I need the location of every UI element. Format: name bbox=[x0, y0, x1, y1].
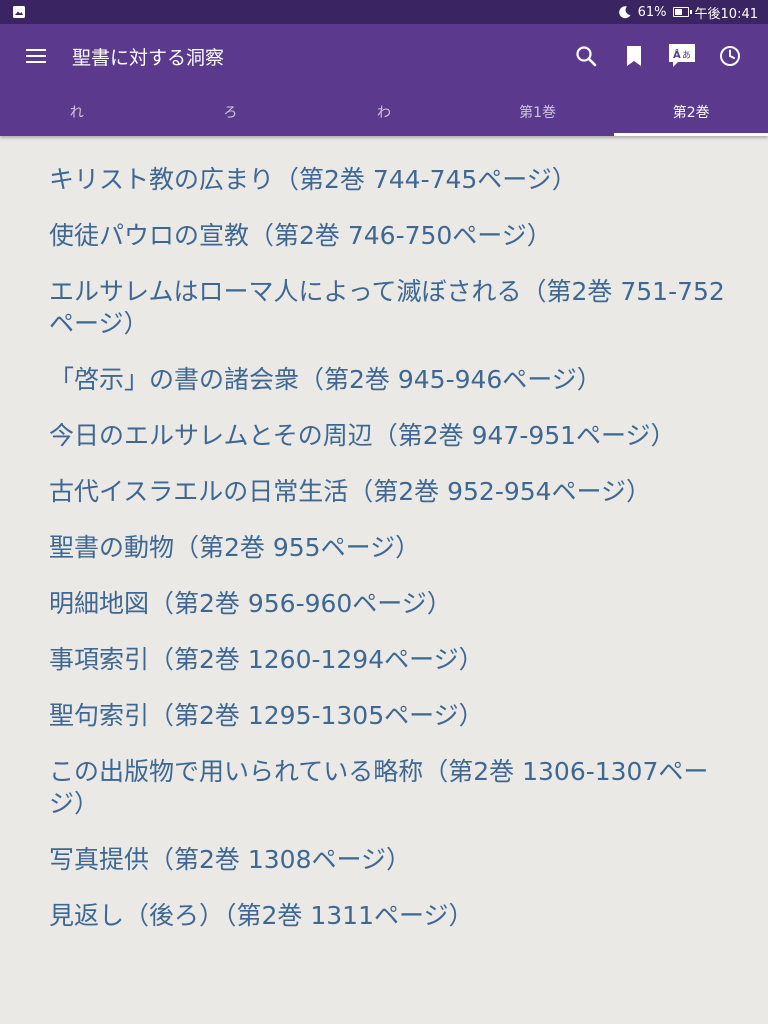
history-clock-icon bbox=[720, 46, 740, 66]
list-item-link[interactable]: 古代イスラエルの日常生活（第2巻 952-954ページ） bbox=[49, 476, 729, 508]
content-scroll-area[interactable]: ージ） キリスト教の広まり（第2巻 744-745ページ） 使徒パウロの宣教（第2巻… bbox=[0, 136, 768, 1024]
list-item-link[interactable]: 「啓示」の書の諸会衆（第2巻 945-946ページ） bbox=[49, 364, 729, 396]
battery-icon bbox=[672, 7, 692, 17]
list-item-link[interactable]: この出版物で用いられている略称（第2巻 1306-1307ページ） bbox=[49, 756, 729, 820]
list-item-link[interactable]: 写真提供（第2巻 1308ページ） bbox=[49, 844, 729, 876]
list-item-link[interactable]: 事項索引（第2巻 1260-1294ページ） bbox=[49, 644, 729, 676]
list-item-link[interactable]: ージ） bbox=[49, 136, 729, 140]
list-item-link[interactable]: 今日のエルサレムとその周辺（第2巻 947-951ページ） bbox=[49, 420, 729, 452]
svg-text:Å: Å bbox=[673, 48, 681, 61]
bookmark-icon bbox=[627, 46, 641, 66]
list-item-link[interactable]: 明細地図（第2巻 956-960ページ） bbox=[49, 588, 729, 620]
list-item-link[interactable]: エルサレムはローマ人によって滅ぼされる（第2巻 751-752ページ） bbox=[49, 276, 729, 340]
language-button[interactable]: Å あ bbox=[658, 32, 706, 80]
search-icon bbox=[576, 46, 597, 67]
list-item-link[interactable]: 聖句索引（第2巻 1295-1305ページ） bbox=[49, 700, 729, 732]
list-item-link[interactable]: 使徒パウロの宣教（第2巻 746-750ページ） bbox=[49, 220, 729, 252]
menu-icon bbox=[26, 49, 46, 63]
svg-text:あ: あ bbox=[682, 50, 691, 61]
page-title: 聖書に対する洞察 bbox=[72, 46, 225, 69]
menu-button[interactable] bbox=[0, 24, 72, 88]
tab-3[interactable]: わ bbox=[307, 88, 461, 136]
clock: 午後10:41 bbox=[694, 6, 758, 22]
tab-4[interactable]: 第1巻 bbox=[461, 88, 615, 136]
tab-2[interactable]: ろ bbox=[154, 88, 308, 136]
history-button[interactable] bbox=[706, 32, 754, 80]
gallery-notification-icon bbox=[13, 6, 25, 18]
do-not-disturb-moon-icon bbox=[618, 6, 631, 19]
bookmark-button[interactable] bbox=[610, 32, 658, 80]
index-tabs: れろわ第1巻 第2巻 bbox=[0, 88, 768, 136]
list-item-link[interactable]: 聖書の動物（第2巻 955ページ） bbox=[49, 532, 729, 564]
battery-percent: 61% bbox=[637, 4, 667, 20]
search-button[interactable] bbox=[562, 32, 610, 80]
list-item-link[interactable]: 見返し（後ろ）（第2巻 1311ページ） bbox=[49, 900, 729, 932]
list-item-link[interactable]: キリスト教の広まり（第2巻 744-745ページ） bbox=[49, 164, 729, 196]
tab-1[interactable]: れ bbox=[0, 88, 154, 136]
appendix-list: ージ） キリスト教の広まり（第2巻 744-745ページ） 使徒パウロの宣教（第2巻… bbox=[49, 136, 729, 956]
tab-5[interactable]: 第2巻 bbox=[614, 88, 768, 136]
translate-icon: Å あ bbox=[669, 44, 695, 67]
app-bar: 聖書に対する洞察 Å あ bbox=[0, 24, 768, 88]
status-bar: 61% 午後10:41 bbox=[0, 0, 768, 24]
